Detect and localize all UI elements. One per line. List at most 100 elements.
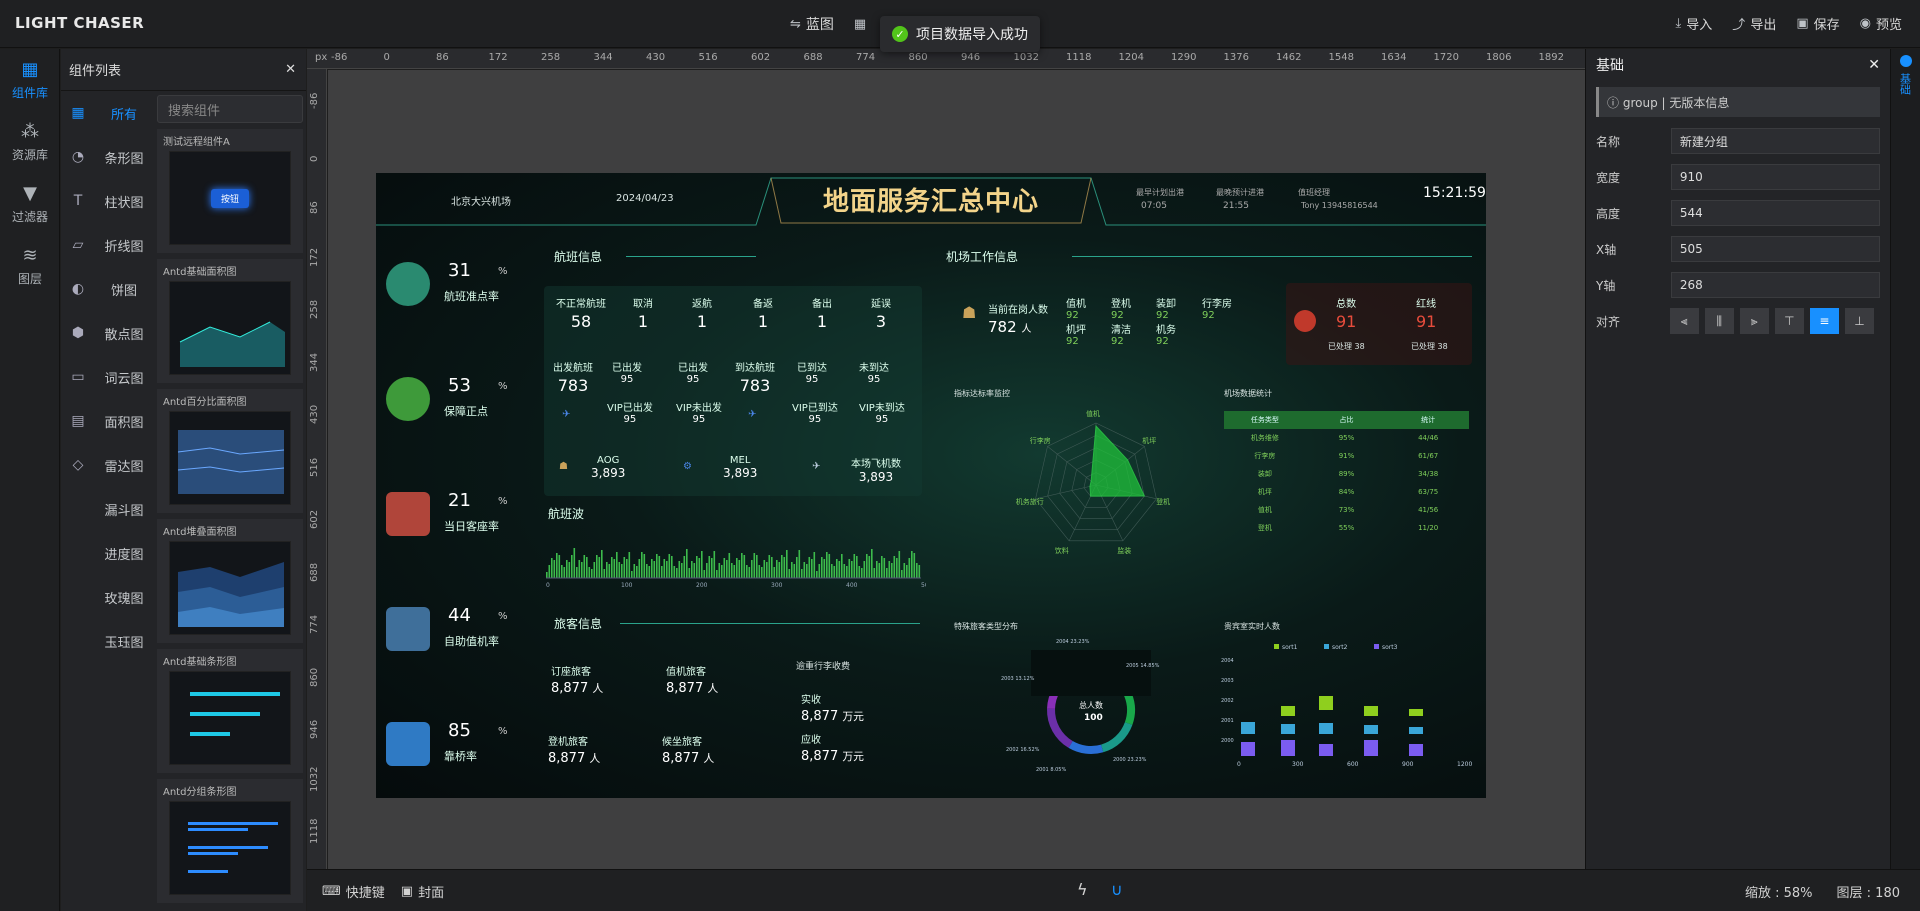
category-1[interactable]: 条形图 [97,135,151,179]
wave-bar [638,559,641,578]
category-6[interactable]: 词云图 [97,355,151,399]
align-hcenter-icon[interactable]: ⫼ [1704,308,1734,334]
kpi-value: 31 [448,260,471,281]
category-2[interactable]: 柱状图 [97,179,151,223]
category-4[interactable]: 饼图 [97,267,151,311]
field-width: 宽度 910 [1586,159,1890,195]
wave-bar [651,559,653,578]
text-icon[interactable]: T [61,179,95,223]
category-10[interactable]: 进度图 [97,531,151,575]
wave-tick: 400 [846,582,858,588]
nav-resources[interactable]: ⁂ 资源库 [0,111,60,173]
pax-checked: 值机旅客 8,877 人 [666,667,719,696]
category-11[interactable]: 玫瑰图 [97,575,151,619]
wave-bar [606,562,608,578]
all-icon[interactable]: ▦ [61,91,95,135]
ruler-tick: 946 [309,719,320,739]
close-icon[interactable]: ✕ [1868,57,1880,73]
nav-layers[interactable]: ≋ 图层 [0,235,60,297]
frame-icon[interactable]: ▤ [61,399,95,443]
width-input[interactable]: 910 [1670,164,1880,190]
alarm-icon [1294,310,1316,332]
align-right-icon[interactable]: ⫸ [1739,308,1769,334]
align-bottom-icon[interactable]: ⊥ [1844,308,1874,334]
wave-bar [723,558,726,578]
category-9[interactable]: 漏斗图 [97,487,151,531]
table-row: 值机 73% 41/56 [1257,506,1439,514]
wave-bar [636,566,638,578]
component-card[interactable]: Antd基础面积图 [157,259,303,383]
nodes-icon: ⁂ [21,121,39,142]
diamond-icon[interactable]: ◇ [61,443,95,487]
wave-bar [881,556,883,578]
wave-bar [878,563,881,578]
lightning-icon[interactable]: ϟ [1077,880,1088,899]
shortcuts-button[interactable]: ⌨ 快捷键 [322,882,385,901]
x-tick: 600 [1347,761,1359,768]
component-card[interactable]: Antd百分比面积图 [157,389,303,513]
magnet-icon[interactable]: ∪ [1111,880,1123,899]
height-input[interactable]: 544 [1670,200,1880,226]
video-icon[interactable]: ▭ [61,355,95,399]
alarm-done: 已处理 38 [1411,342,1448,351]
rail-tab-basic[interactable]: 基础 [1899,73,1913,95]
category-7[interactable]: 面积图 [97,399,151,443]
check-icon: ✓ [892,26,908,42]
bar-thumbnail [190,692,280,736]
blueprint-button[interactable]: ⇋ 蓝图 [790,14,834,34]
preview-button[interactable]: ◉ 预览 [1860,14,1902,33]
category-5[interactable]: 散点图 [97,311,151,355]
wave-bar [578,560,581,578]
cube-icon[interactable]: ⬢ [61,311,95,355]
align-top-icon[interactable]: ⊤ [1774,308,1804,334]
nav-components[interactable]: ▦ 组件库 [0,49,60,111]
bottom-bar: ⌨ 快捷键 ▣ 封面 ϟ ∪ 缩放 : 58% 图层 : 180 [307,869,1920,911]
save-button[interactable]: ▣ 保存 [1796,14,1839,33]
y-input[interactable]: 268 [1670,272,1880,298]
export-label: 导出 [1750,18,1777,33]
ruler-tick: -86 [309,92,320,109]
category-12[interactable]: 玉珏图 [97,619,151,663]
pax-booked: 订座旅客 8,877 人 [551,667,604,696]
import-button[interactable]: ⤓ 导入 [1676,14,1713,33]
bus-icon [386,722,430,766]
wave-bar [746,565,748,578]
dashboard-preview[interactable]: 北京大兴机场 2024/04/23 地面服务汇总中心 最早计划出港 07:05 … [376,173,1486,798]
cover-button[interactable]: ▣ 封面 [401,882,444,901]
component-card[interactable]: Antd基础条形图 [157,649,303,773]
staff-icon: ☗ [962,303,977,322]
wave-bar [563,567,566,578]
palette-icon[interactable]: ◐ [61,267,95,311]
wave-bar [706,563,708,578]
luggage-icon [386,492,430,536]
align-left-icon[interactable]: ⫷ [1669,308,1699,334]
component-card[interactable]: 测试远程组件A 按钮 [157,129,303,253]
wave-bar [853,554,856,578]
sched-value: Tony 13945816544 [1301,201,1378,210]
map-icon[interactable]: ▱ [61,223,95,267]
wave-bar [848,559,851,578]
category-0[interactable]: 所有 [97,91,151,135]
x-input[interactable]: 505 [1670,236,1880,262]
bar [1364,706,1378,716]
wave-bar [858,566,861,578]
export-button[interactable]: ⤴ 导出 [1732,14,1776,33]
nav-filters[interactable]: ▼ 过滤器 [0,173,60,235]
category-3[interactable]: 折线图 [97,223,151,267]
role-stat: 装卸 92 [1156,299,1176,321]
category-8[interactable]: 雷达图 [97,443,151,487]
component-card[interactable]: Antd堆叠面积图 [157,519,303,643]
wave-bar [678,561,681,578]
settings-icon[interactable] [1899,55,1912,67]
component-card[interactable]: Antd分组条形图 [157,779,303,903]
wave-bar [718,563,721,578]
pie-icon[interactable]: ◔ [61,135,95,179]
pax-boarded: 登机旅客 8,877 人 [548,737,601,766]
align-vcenter-icon[interactable]: ≡ [1809,308,1839,334]
name-input[interactable]: 新建分组 [1670,128,1880,154]
canvas-view-button[interactable]: ▦ [854,14,866,34]
close-icon[interactable]: ✕ [285,62,296,77]
stat-dep-sub: 已出发 95 [678,363,708,385]
section-pax-title: 旅客信息 [554,617,603,631]
search-input[interactable]: 搜索组件 [157,95,303,123]
